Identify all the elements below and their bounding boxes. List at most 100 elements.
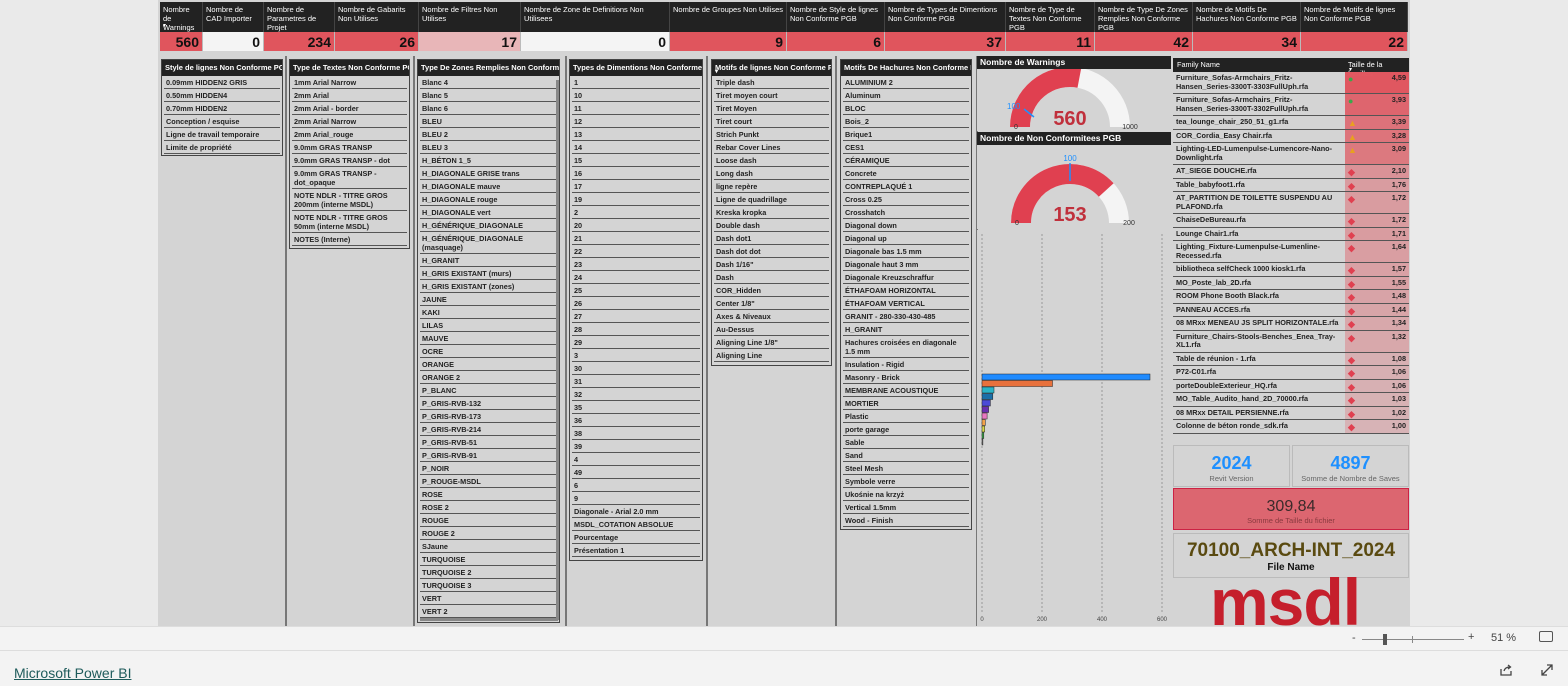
- kpi-header[interactable]: Nombre de Parametres de Projet: [264, 2, 335, 32]
- table-row[interactable]: P_GRIS-RVB-132: [420, 397, 557, 410]
- zoom-in-button[interactable]: +: [1468, 631, 1474, 643]
- table-row[interactable]: ORANGE 2: [420, 371, 557, 384]
- table-row[interactable]: 4: [572, 453, 700, 466]
- table-row[interactable]: Sable: [843, 436, 969, 449]
- table-row[interactable]: H_GRANIT: [420, 254, 557, 267]
- table-row[interactable]: Axes & Niveaux: [714, 310, 829, 323]
- bar[interactable]: [981, 406, 989, 413]
- non-conformities-gauge[interactable]: 153 0 200 100: [977, 145, 1171, 229]
- table-row[interactable]: Sand: [843, 449, 969, 462]
- family-row[interactable]: 08 MRxx DETAIL PERSIENNE.rfa 1,02 ◆: [1173, 406, 1409, 420]
- bar[interactable]: [981, 432, 985, 439]
- table-row[interactable]: 1: [572, 76, 700, 89]
- kpi-header[interactable]: Nombre de Types de Dimentions Non Confor…: [885, 2, 1006, 32]
- table-row[interactable]: BLOC: [843, 102, 969, 115]
- table-row[interactable]: Ukośnie na krzyż: [843, 488, 969, 501]
- table-header[interactable]: Type de Textes Non Conforme PGB: [290, 60, 409, 76]
- table-row[interactable]: MAUVE: [420, 332, 557, 345]
- table-row[interactable]: ROUGE 2: [420, 527, 557, 540]
- col-family-name[interactable]: Family Name: [1177, 60, 1220, 69]
- table-header[interactable]: Style de lignes Non Conforme PGB: [162, 60, 282, 76]
- table-row[interactable]: Aligning Line 1/8": [714, 336, 829, 349]
- table-row[interactable]: Crosshatch: [843, 206, 969, 219]
- table-row[interactable]: 21: [572, 232, 700, 245]
- table-row[interactable]: 35: [572, 401, 700, 414]
- table-row[interactable]: 3: [572, 349, 700, 362]
- table-row[interactable]: 29: [572, 336, 700, 349]
- table-row[interactable]: 2: [572, 206, 700, 219]
- table-row[interactable]: 16: [572, 167, 700, 180]
- kpi-header[interactable]: Nombre de Zone de Definitions Non Utilis…: [521, 2, 670, 32]
- table-row[interactable]: CONTREPLAQUÉ 1: [843, 180, 969, 193]
- table-row[interactable]: Loose dash: [714, 154, 829, 167]
- kpi-header[interactable]: Nombre de Filtres Non Utilises: [419, 2, 521, 32]
- table-header[interactable]: Type De Zones Remplies Non Conforme PGB: [418, 60, 559, 76]
- table-row[interactable]: Vertical 1.5mm: [843, 501, 969, 514]
- table-row[interactable]: 17: [572, 180, 700, 193]
- table-row[interactable]: ÉTHAFOAM HORIZONTAL: [843, 284, 969, 297]
- table-row[interactable]: P_GRIS-RVB-51: [420, 436, 557, 449]
- table-row[interactable]: 32: [572, 388, 700, 401]
- table-row[interactable]: MSDL_COTATION ABSOLUE: [572, 518, 700, 531]
- table-row[interactable]: Conception / esquise: [164, 115, 280, 128]
- table-row[interactable]: P_ROUGE-MSDL: [420, 475, 557, 488]
- family-size-table[interactable]: Family Name Taille de la familles ▾ Furn…: [1173, 58, 1409, 434]
- table-row[interactable]: 39: [572, 440, 700, 453]
- family-row[interactable]: Table_babyfoot1.rfa 1,76 ◆: [1173, 178, 1409, 192]
- share-icon[interactable]: [1499, 663, 1513, 677]
- table-header[interactable]: Types de Dimentions Non Conforme PGB: [570, 60, 702, 76]
- table-row[interactable]: VERT: [420, 592, 557, 605]
- sort-arrow-icon[interactable]: ▾: [715, 69, 718, 75]
- table-row[interactable]: Bois_2: [843, 115, 969, 128]
- table-row[interactable]: Kreska kropka: [714, 206, 829, 219]
- warnings-gauge[interactable]: 560 0 1000 100: [977, 69, 1171, 131]
- line-styles-table[interactable]: Style de lignes Non Conforme PGB 0.09mm …: [161, 59, 283, 156]
- table-row[interactable]: 14: [572, 141, 700, 154]
- table-row[interactable]: 13: [572, 128, 700, 141]
- bar[interactable]: [981, 425, 985, 433]
- table-row[interactable]: Center 1/8": [714, 297, 829, 310]
- family-row[interactable]: tea_lounge_chair_250_51_g1.rfa 3,39 ▲: [1173, 116, 1409, 130]
- table-row[interactable]: 11: [572, 102, 700, 115]
- table-row[interactable]: LILAS: [420, 319, 557, 332]
- table-row[interactable]: ligne repère: [714, 180, 829, 193]
- table-row[interactable]: 9.0mm GRAS TRANSP: [292, 141, 407, 154]
- table-row[interactable]: 19: [572, 193, 700, 206]
- table-row[interactable]: Pourcentage: [572, 531, 700, 544]
- table-row[interactable]: Ligne de travail temporaire: [164, 128, 280, 141]
- table-row[interactable]: 9.0mm GRAS TRANSP - dot_opaque: [292, 167, 407, 189]
- table-row[interactable]: H_GRANIT: [843, 323, 969, 336]
- table-row[interactable]: ROSE: [420, 488, 557, 501]
- family-row[interactable]: porteDoubleExterieur_HQ.rfa 1,06 ◆: [1173, 379, 1409, 393]
- table-row[interactable]: 49: [572, 466, 700, 479]
- kpi-header[interactable]: Nombre de Type De Zones Remplies Non Con…: [1095, 2, 1193, 32]
- table-row[interactable]: Rebar Cover Lines: [714, 141, 829, 154]
- table-row[interactable]: Diagonal down: [843, 219, 969, 232]
- table-row[interactable]: 1mm Arial Narrow: [292, 76, 407, 89]
- kpi-header[interactable]: Nombre de CAD Importer: [203, 2, 264, 32]
- table-row[interactable]: Diagonale haut 3 mm: [843, 258, 969, 271]
- table-row[interactable]: 38: [572, 427, 700, 440]
- power-bi-link[interactable]: Microsoft Power BI: [14, 665, 131, 681]
- table-row[interactable]: ORANGE: [420, 358, 557, 371]
- table-row[interactable]: P_NOIR: [420, 462, 557, 475]
- table-row[interactable]: OCRE: [420, 345, 557, 358]
- table-row[interactable]: 2mm Arial: [292, 89, 407, 102]
- kpi-header[interactable]: Nombre de Motifs de lignes Non Conforme …: [1301, 2, 1408, 32]
- table-row[interactable]: H_DIAGONALE mauve: [420, 180, 557, 193]
- family-row[interactable]: AT_SIEGE DOUCHE.rfa 2,10 ◆: [1173, 165, 1409, 179]
- table-row[interactable]: Symbole verre: [843, 475, 969, 488]
- table-row[interactable]: CES1: [843, 141, 969, 154]
- table-row[interactable]: NOTE NDLR - TITRE GROS 200mm (interne MS…: [292, 189, 407, 211]
- table-row[interactable]: P_GRIS-RVB-173: [420, 410, 557, 423]
- table-row[interactable]: Double dash: [714, 219, 829, 232]
- table-row[interactable]: H_GÉNÉRIQUE_DIAGONALE: [420, 219, 557, 232]
- table-row[interactable]: P_GRIS-RVB-91: [420, 449, 557, 462]
- table-row[interactable]: Insulation - Rigid: [843, 358, 969, 371]
- table-row[interactable]: Masonry - Brick: [843, 371, 969, 384]
- kpi-header[interactable]: Nombre de Type de Textes Non Conforme PG…: [1006, 2, 1095, 32]
- bar[interactable]: [981, 399, 991, 407]
- table-row[interactable]: 22: [572, 245, 700, 258]
- filled-regions-table[interactable]: Type De Zones Remplies Non Conforme PGB …: [417, 59, 560, 623]
- table-row[interactable]: Triple dash: [714, 76, 829, 89]
